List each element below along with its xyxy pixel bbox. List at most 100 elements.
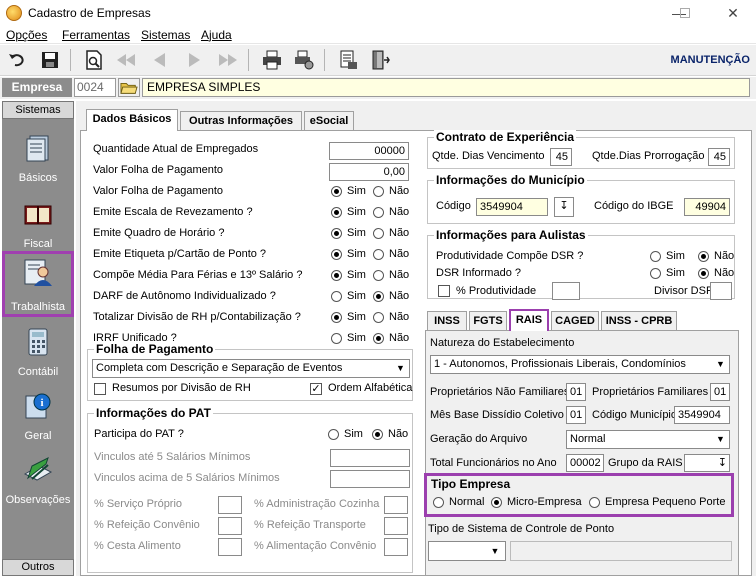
sim-radio[interactable] [331,186,342,197]
pat-admin-field[interactable] [384,496,408,514]
subtab-rais[interactable]: RAIS [509,309,549,331]
sim-radio[interactable] [331,270,342,281]
nao-radio[interactable] [373,312,384,323]
payroll-value-field[interactable]: 0,00 [329,163,409,181]
pat-nao-radio[interactable] [372,429,383,440]
pat-proprio-field[interactable] [218,496,242,514]
tipo-micro-radio[interactable] [491,497,502,508]
sidebar-header[interactable]: Sistemas [2,101,74,119]
dsr-nao-radio[interactable] [698,268,709,279]
menu-sistemas[interactable]: Sistemas [141,28,190,42]
ordem-checkbox[interactable]: ✓ [310,383,322,395]
sidebar-item-basicos[interactable]: Básicos [2,127,74,187]
pat-alimconv-field[interactable] [384,538,408,556]
print-icon[interactable] [260,48,284,72]
geracao-select[interactable]: Normal ▼ [566,430,730,449]
print-settings-icon[interactable] [292,48,316,72]
subtab-inss[interactable]: INSS [427,311,467,331]
divisor-dsr-field[interactable] [710,282,732,300]
nao-radio[interactable] [373,333,384,344]
dsr-sim-radio[interactable] [650,268,661,279]
municipio-group: Informações do Município Código 3549904 … [427,173,735,224]
pat-ate5-field[interactable] [330,449,410,467]
tipo-epp-radio[interactable] [589,497,600,508]
search-document-icon[interactable] [82,48,106,72]
nao-radio[interactable] [373,186,384,197]
sim-radio[interactable] [331,228,342,239]
maximize-button[interactable] [662,0,708,26]
mesbase-field[interactable]: 01 [566,406,586,424]
sim-radio[interactable] [331,291,342,302]
undo-icon[interactable] [6,48,30,72]
produtividade-field[interactable] [552,282,580,300]
ponto-select[interactable]: ▼ [428,541,506,561]
nao-radio[interactable] [373,249,384,260]
grupo-label: Grupo da RAIS [608,457,683,469]
municipio-ibge-field[interactable]: 49904 [684,198,730,216]
sim-radio[interactable] [331,312,342,323]
propnf-field[interactable]: 01 [566,383,586,401]
contrato-venc-field[interactable]: 45 [550,148,572,166]
natureza-select[interactable]: 1 - Autonomos, Profissionais Liberais, C… [430,355,730,374]
chevron-down-icon[interactable]: ▼ [485,542,505,560]
tab-dados-basicos[interactable]: Dados Básicos [86,109,178,131]
sim-radio[interactable] [331,333,342,344]
first-record-icon[interactable] [114,48,138,72]
employee-count-field[interactable]: 00000 [329,142,409,160]
propf-field[interactable]: 01 [710,383,730,401]
sim-radio[interactable] [331,207,342,218]
tipo-normal-radio[interactable] [433,497,444,508]
sim-radio[interactable] [331,249,342,260]
pat-cesta-field[interactable] [218,538,242,556]
menu-opcoes[interactable]: Opções [6,28,47,42]
nao-radio[interactable] [373,228,384,239]
nao-radio[interactable] [373,270,384,281]
nao-radio[interactable] [373,207,384,218]
sidebar-item-trabalhista[interactable]: Trabalhista [2,251,74,317]
exit-door-icon[interactable] [368,48,392,72]
sidebar-item-contabil[interactable]: Contábil [2,321,74,381]
sidebar-item-fiscal[interactable]: Fiscal [2,193,74,253]
nao-radio[interactable] [373,291,384,302]
close-button[interactable]: ✕ [710,0,756,26]
report-icon[interactable] [336,48,360,72]
last-record-icon[interactable] [216,48,240,72]
pat-sim-radio[interactable] [328,429,339,440]
subtab-caged[interactable]: CAGED [551,311,599,331]
pat-acima5-field[interactable] [330,470,410,488]
sidebar-item-geral[interactable]: i Geral [2,385,74,445]
tipo-micro-label: Micro-Empresa [507,496,582,508]
company-code-field[interactable]: 0024 [74,78,116,97]
sidebar-item-observacoes[interactable]: Observações [2,449,74,509]
open-folder-icon[interactable] [118,78,140,97]
previous-record-icon[interactable] [148,48,172,72]
pat-reftrans-field[interactable] [384,517,408,535]
menu-ferramentas[interactable]: Ferramentas [62,28,130,42]
menu-ajuda[interactable]: Ajuda [201,28,232,42]
chevron-down-icon[interactable]: ▼ [712,431,729,448]
resumos-checkbox[interactable] [94,383,106,395]
produtividade-checkbox[interactable] [438,285,450,297]
ponto-description-field[interactable] [510,541,732,561]
grupo-select[interactable]: ↧ [684,454,730,472]
download-icon[interactable]: ↧ [554,197,574,217]
save-icon[interactable] [38,48,62,72]
next-record-icon[interactable] [182,48,206,72]
chevron-down-icon[interactable]: ▼ [712,356,729,373]
subtab-fgts[interactable]: FGTS [469,311,507,331]
folha-select[interactable]: Completa com Descrição e Separação de Ev… [92,359,410,378]
download-icon[interactable]: ↧ [718,455,727,471]
company-name-field[interactable]: EMPRESA SIMPLES [142,78,750,97]
sidebar-footer[interactable]: Outros [2,559,74,576]
municipio-codigo-field[interactable]: 3549904 [476,198,548,216]
total-field[interactable]: 00002 [566,454,604,472]
tab-esocial[interactable]: eSocial [304,111,354,131]
pat-refconv-field[interactable] [218,517,242,535]
prod-sim-radio[interactable] [650,251,661,262]
tab-outras-informacoes[interactable]: Outras Informações [180,111,302,131]
contrato-prorr-field[interactable]: 45 [708,148,730,166]
subtab-inss-cprb[interactable]: INSS - CPRB [601,311,677,331]
codmun-field[interactable]: 3549904 [674,406,730,424]
chevron-down-icon[interactable]: ▼ [392,360,409,377]
prod-nao-radio[interactable] [698,251,709,262]
